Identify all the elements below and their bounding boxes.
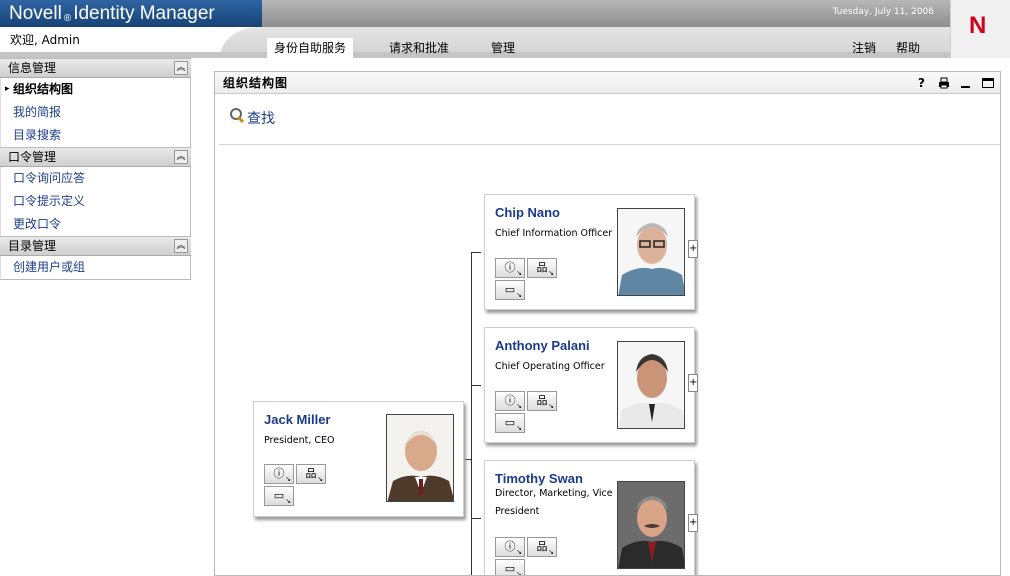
person-name[interactable]: Timothy Swan (495, 471, 583, 486)
section-info-management[interactable]: 信息管理 ︽ (0, 58, 191, 78)
connector-line (471, 518, 481, 519)
top-bar: Tuesday, July 11, 2006 (262, 0, 950, 27)
person-title: Chief Operating Officer (495, 361, 605, 372)
info-icon: ⓘ (273, 467, 285, 480)
connector-line (471, 385, 481, 386)
card-icon: ▭ (504, 562, 516, 575)
expand-button[interactable]: + (688, 374, 698, 392)
info-icon: ⓘ (504, 540, 516, 553)
email-button[interactable]: ▭ ↘ (495, 559, 525, 575)
hierarchy-icon: 品 (536, 394, 548, 407)
tab-administration[interactable]: 管理 (491, 38, 515, 58)
person-title: Director, Marketing, Vice President (495, 488, 613, 517)
collapse-icon[interactable]: ︽ (174, 239, 188, 253)
card-icon: ▭ (504, 416, 516, 429)
portlet-title-bar: 组织结构图 ? (215, 72, 1000, 94)
hierarchy-icon: 品 (536, 540, 548, 553)
maximize-icon[interactable] (982, 77, 994, 89)
sidebar: 信息管理 ︽ ▸ 组织结构图 我的简报 目录搜索 口令管理 ︽ 口令询问应答 口令… (0, 58, 191, 280)
org-card-jack-miller[interactable]: Jack Miller President, CEO ⓘ ↘ 品 ↘ ▭ ↘ (253, 401, 464, 517)
connector-line (471, 252, 481, 253)
person-title: President, CEO (264, 435, 335, 446)
tab-identity-self-service[interactable]: 身份自助服务 (267, 38, 354, 58)
person-name[interactable]: Jack Miller (264, 412, 331, 427)
current-marker-icon: ▸ (5, 84, 10, 94)
logout-link[interactable]: 注销 (852, 38, 876, 58)
email-button[interactable]: ▭ ↘ (495, 413, 525, 433)
sidebar-item-challenge-response[interactable]: 口令询问应答 (1, 167, 190, 190)
info-button[interactable]: ⓘ ↘ (264, 464, 294, 484)
print-icon[interactable] (938, 77, 950, 89)
hierarchy-icon: 品 (305, 467, 317, 480)
sidebar-item-create-user-group[interactable]: 创建用户或组 (1, 256, 190, 279)
person-photo (617, 341, 685, 429)
expand-button[interactable]: + (688, 514, 698, 532)
collapse-icon[interactable]: ︽ (174, 150, 188, 164)
app-header: Novell ® Identity Manager Tuesday, July 11… (0, 0, 1010, 58)
portlet-tools: ? (916, 72, 994, 94)
portlet-separator (219, 144, 1000, 145)
help-icon[interactable]: ? (916, 77, 928, 89)
person-photo (617, 481, 685, 569)
org-structure-button[interactable]: 品 ↘ (527, 537, 557, 557)
sidebar-item-my-profile[interactable]: 我的简报 (1, 101, 190, 124)
sidebar-item-password-hint[interactable]: 口令提示定义 (1, 190, 190, 213)
brand-title: Novell ® Identity Manager (0, 0, 262, 27)
search-icon (229, 108, 245, 124)
date-label: Tuesday, July 11, 2006 (832, 7, 934, 17)
info-button[interactable]: ⓘ ↘ (495, 391, 525, 411)
hierarchy-icon: 品 (536, 261, 548, 274)
info-icon: ⓘ (504, 261, 516, 274)
org-card-timothy-swan[interactable]: Timothy Swan Director, Marketing, Vice P… (484, 460, 695, 575)
info-icon: ⓘ (504, 394, 516, 407)
org-structure-button[interactable]: 品 ↘ (527, 258, 557, 278)
person-photo (617, 208, 685, 296)
person-photo (386, 414, 454, 502)
org-structure-button[interactable]: 品 ↘ (527, 391, 557, 411)
connector-line (471, 252, 472, 575)
email-button[interactable]: ▭ ↘ (264, 486, 294, 506)
org-structure-button[interactable]: 品 ↘ (296, 464, 326, 484)
collapse-icon[interactable]: ︽ (174, 61, 188, 75)
org-card-anthony-palani[interactable]: Anthony Palani Chief Operating Officer ⓘ… (484, 327, 695, 443)
welcome-text: 欢迎, Admin (10, 33, 80, 47)
sidebar-item-directory-search[interactable]: 目录搜索 (1, 124, 190, 147)
expand-button[interactable]: + (688, 240, 698, 258)
card-icon: ▭ (504, 283, 516, 296)
email-button[interactable]: ▭ ↘ (495, 280, 525, 300)
person-name[interactable]: Anthony Palani (495, 338, 590, 353)
info-button[interactable]: ⓘ ↘ (495, 537, 525, 557)
portlet-title: 组织结构图 (223, 76, 289, 90)
section-info-management-body: ▸ 组织结构图 我的简报 目录搜索 (0, 78, 191, 147)
section-password-management-body: 口令询问应答 口令提示定义 更改口令 (0, 167, 191, 236)
help-link[interactable]: 帮助 (896, 38, 920, 58)
person-name[interactable]: Chip Nano (495, 205, 560, 220)
section-password-management[interactable]: 口令管理 ︽ (0, 147, 191, 167)
person-title: Chief Information Officer (495, 228, 613, 239)
novell-logo: N (950, 0, 1010, 58)
org-chart-portlet: 组织结构图 ? 查找 Jack Miller President, CEO ⓘ ↘… (214, 71, 1001, 576)
info-button[interactable]: ⓘ ↘ (495, 258, 525, 278)
sidebar-item-change-password[interactable]: 更改口令 (1, 213, 190, 236)
section-directory-management-body: 创建用户或组 (0, 256, 191, 280)
org-card-chip-nano[interactable]: Chip Nano Chief Information Officer ⓘ ↘ 品… (484, 194, 695, 310)
sidebar-item-org-chart[interactable]: ▸ 组织结构图 (1, 78, 190, 101)
tab-requests-approvals[interactable]: 请求和批准 (389, 38, 449, 58)
card-icon: ▭ (273, 489, 285, 502)
find-link[interactable]: 查找 (229, 108, 275, 128)
section-directory-management[interactable]: 目录管理 ︽ (0, 236, 191, 256)
minimize-icon[interactable] (960, 77, 972, 89)
